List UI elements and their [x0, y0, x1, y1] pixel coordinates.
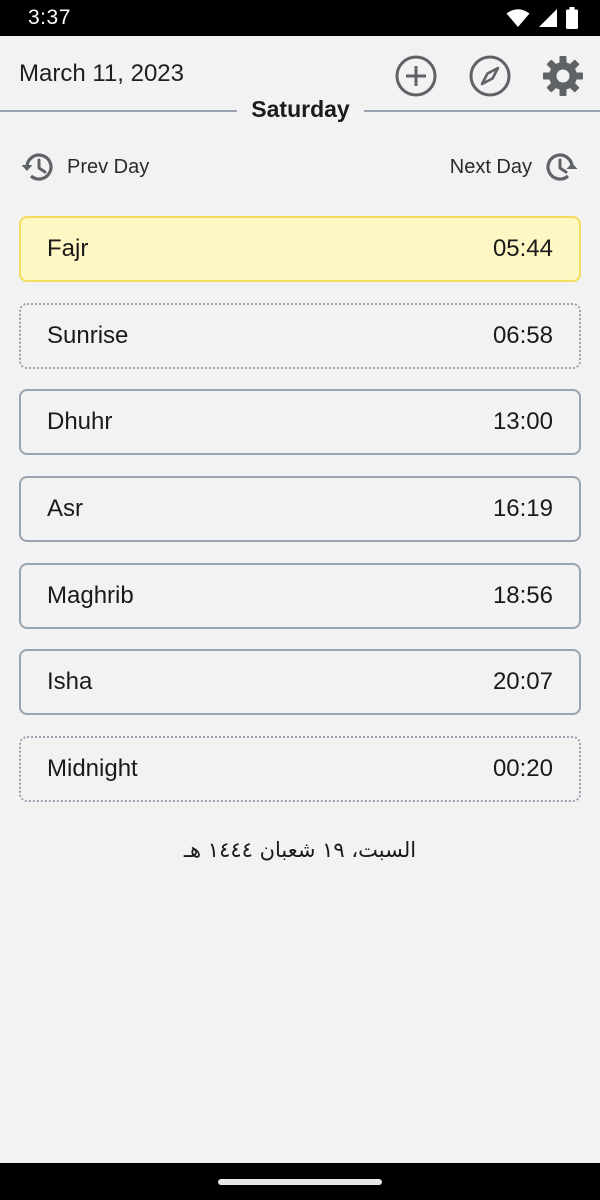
- divider-right: [364, 110, 600, 112]
- prayer-name: Isha: [47, 668, 93, 696]
- prayer-time: 20:07: [492, 668, 553, 696]
- battery-icon: [566, 7, 578, 29]
- divider-left: [0, 110, 237, 112]
- prayer-name: Asr: [47, 495, 83, 523]
- prayer-card-midnight[interactable]: Midnight 00:20: [19, 736, 581, 803]
- signal-icon: [538, 8, 558, 28]
- status-icons: [506, 7, 578, 29]
- system-navigation-bar: [0, 1163, 600, 1200]
- day-heading: Saturday: [0, 96, 600, 126]
- day-navigation: Prev Day Next Day: [0, 146, 600, 188]
- prayer-name: Maghrib: [47, 581, 134, 609]
- prayer-time: 05:44: [492, 235, 553, 262]
- compass-icon: [469, 55, 511, 97]
- home-gesture-handle[interactable]: [218, 1179, 382, 1185]
- prayer-time: 06:58: [492, 321, 553, 349]
- prayer-time: 18:56: [492, 581, 553, 609]
- prayer-list: Fajr 05:44 Sunrise 06:58 Dhuhr 13:00 Asr…: [19, 216, 581, 823]
- status-bar: 3:37: [0, 0, 600, 36]
- next-day-label: Next Day: [449, 155, 532, 178]
- prayer-name: Sunrise: [47, 321, 129, 349]
- prayer-time: 13:00: [492, 408, 553, 436]
- compass-button[interactable]: [468, 54, 512, 98]
- history-forward-icon: [546, 153, 578, 181]
- day-name: Saturday: [251, 96, 350, 122]
- status-time: 3:37: [28, 6, 71, 29]
- prayer-card-isha[interactable]: Isha 20:07: [19, 649, 581, 716]
- prayer-card-fajr[interactable]: Fajr 05:44: [19, 216, 581, 282]
- prayer-name: Dhuhr: [47, 408, 113, 436]
- next-day-button[interactable]: Next Day: [450, 146, 580, 188]
- prev-day-label: Prev Day: [67, 155, 150, 178]
- history-back-icon: [21, 153, 53, 181]
- wifi-icon: [506, 8, 530, 28]
- prayer-time: 16:19: [492, 495, 553, 523]
- prayer-card-asr[interactable]: Asr 16:19: [19, 476, 581, 543]
- prayer-card-sunrise[interactable]: Sunrise 06:58: [19, 302, 581, 369]
- prayer-name: Fajr: [47, 235, 89, 262]
- prayer-time: 00:20: [492, 755, 553, 783]
- add-button[interactable]: [394, 54, 438, 98]
- add-icon: [395, 55, 437, 97]
- date-title: March 11, 2023: [19, 60, 184, 87]
- prayer-card-maghrib[interactable]: Maghrib 18:56: [19, 562, 581, 629]
- settings-button[interactable]: [541, 54, 585, 98]
- gear-icon: [543, 56, 583, 96]
- hijri-date: السبت، ١٩ شعبان ١٤٤٤ هـ: [183, 838, 417, 862]
- prev-day-button[interactable]: Prev Day: [19, 146, 149, 188]
- prayer-card-dhuhr[interactable]: Dhuhr 13:00: [19, 389, 581, 456]
- prayer-name: Midnight: [47, 755, 138, 783]
